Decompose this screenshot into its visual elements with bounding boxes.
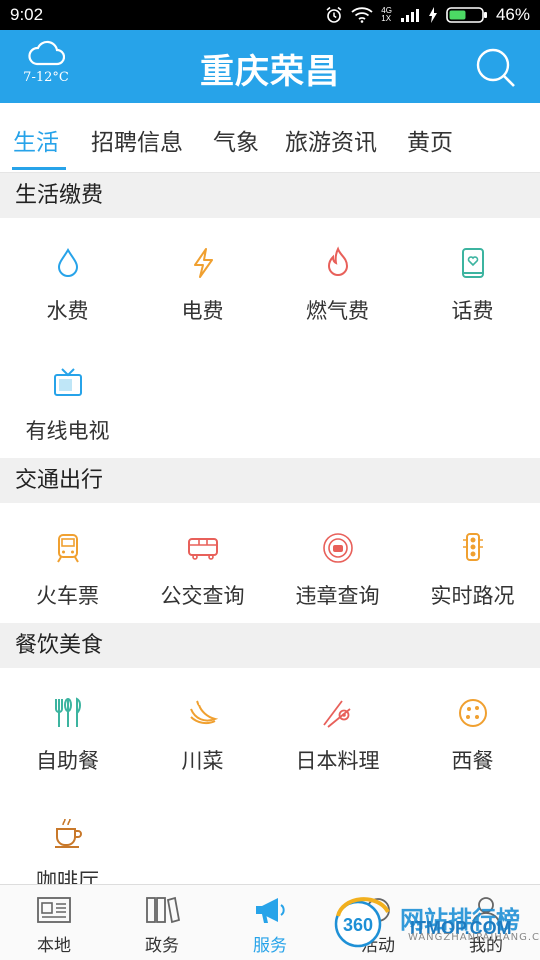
watermark-subtext: WANGZHANPAIHANG.CN — [408, 932, 540, 943]
tab-life[interactable]: 生活 — [13, 123, 59, 157]
watermark-logo-text: 360 — [343, 915, 373, 935]
megaphone-icon — [256, 898, 285, 923]
app-title: 重庆荣昌 — [200, 52, 340, 92]
tab-travel[interactable]: 旅游资讯 — [285, 123, 377, 157]
status-icons: 4G 1X 46% — [325, 5, 530, 25]
binders-icon — [146, 896, 180, 924]
battery-level: 46% — [495, 5, 530, 24]
grid-item-electricity[interactable]: 电费 — [135, 245, 270, 325]
app-header: 7-12°C 重庆荣昌 — [0, 30, 540, 103]
grid-item-western-food[interactable]: 西餐 — [405, 695, 540, 775]
grid-item-violation-query[interactable]: 违章查询 — [270, 530, 405, 610]
cutlery-icon — [54, 697, 81, 727]
lightning-icon — [193, 248, 213, 278]
category-tabs: 生活 招聘信息 气象 旅游资讯 黄页 — [0, 103, 540, 173]
grid-item-phone-bill[interactable]: 话费 — [405, 245, 540, 325]
nav-services[interactable]: 服务 — [216, 895, 324, 956]
newspaper-icon — [37, 897, 71, 923]
grid-item-sichuan-cuisine[interactable]: 川菜 — [135, 695, 270, 775]
grid-item-bus-query[interactable]: 公交查询 — [135, 530, 270, 610]
active-tab-indicator — [12, 167, 66, 170]
nav-government[interactable]: 政务 — [108, 895, 216, 956]
section-food-header: 餐饮美食 — [0, 623, 540, 668]
search-icon[interactable] — [474, 46, 518, 90]
traffic-light-icon — [462, 533, 483, 561]
grid-item-live-traffic[interactable]: 实时路况 — [405, 530, 540, 610]
pizza-icon — [458, 699, 487, 727]
chopsticks-icon — [322, 700, 351, 728]
grid-item-gas[interactable]: 燃气费 — [270, 245, 405, 325]
tab-yellow-pages[interactable]: 黄页 — [407, 123, 453, 157]
grid-item-train-ticket[interactable]: 火车票 — [0, 530, 135, 610]
grid-item-cafe[interactable]: 咖啡厅 — [0, 815, 135, 895]
grid-item-japanese-cuisine[interactable]: 日本料理 — [270, 695, 405, 775]
battery-icon — [446, 7, 487, 23]
watermark-logo: 360 — [334, 897, 390, 948]
phone-heart-icon — [461, 248, 484, 278]
section-transport-header: 交通出行 — [0, 458, 540, 503]
tv-icon — [53, 368, 82, 396]
signal-icon — [400, 9, 419, 22]
water-drop-icon — [57, 247, 78, 277]
alarm-icon — [326, 6, 342, 23]
bus-icon — [187, 538, 218, 560]
train-icon — [56, 534, 79, 563]
status-bar: 9:02 4G 1X 46% — [0, 0, 540, 30]
chili-pepper-icon — [189, 700, 218, 725]
grid-item-water[interactable]: 水费 — [0, 245, 135, 325]
charging-icon — [428, 7, 437, 23]
nav-local[interactable]: 本地 — [0, 895, 108, 956]
watermark: 360 网站排行榜 ITMOP.COM WANGZHANPAIHANG.CN — [330, 892, 540, 958]
grid-item-buffet[interactable]: 自助餐 — [0, 695, 135, 775]
status-time: 9:02 — [10, 5, 44, 24]
coffee-cup-icon — [54, 818, 82, 848]
network-type: 4G 1X — [381, 6, 392, 23]
tab-recruitment[interactable]: 招聘信息 — [91, 123, 183, 157]
traffic-camera-icon — [322, 533, 353, 563]
grid-item-cable-tv[interactable]: 有线电视 — [0, 365, 135, 445]
tab-weather[interactable]: 气象 — [213, 123, 259, 157]
wifi-icon — [351, 7, 373, 23]
section-life-payment-header: 生活缴费 — [0, 173, 540, 218]
flame-icon — [327, 246, 348, 276]
